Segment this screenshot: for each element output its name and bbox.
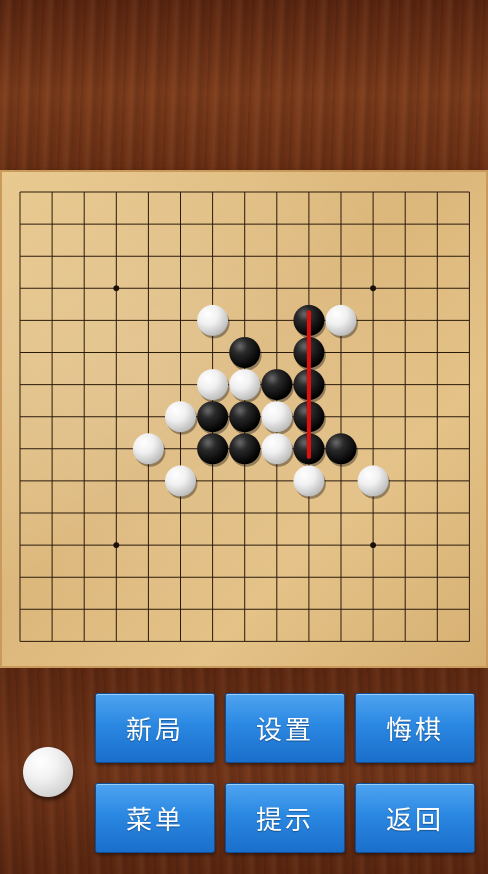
white-stone <box>229 369 262 403</box>
menu-button[interactable]: 菜单 <box>95 783 215 853</box>
undo-button[interactable]: 悔棋 <box>355 693 475 763</box>
hint-button[interactable]: 提示 <box>225 783 345 853</box>
star-point <box>370 542 377 549</box>
white-stone <box>261 401 294 435</box>
back-button[interactable]: 返回 <box>355 783 475 853</box>
white-stone <box>132 433 166 467</box>
white-stone <box>197 369 230 403</box>
black-stone <box>325 433 358 467</box>
white-stone <box>165 401 198 435</box>
star-point <box>113 285 120 292</box>
white-stone <box>261 433 294 467</box>
gomoku-board[interactable] <box>0 170 488 668</box>
new-game-button[interactable]: 新局 <box>95 693 215 763</box>
white-stone <box>357 465 391 499</box>
board-grid[interactable] <box>0 170 488 668</box>
white-stone <box>325 304 358 339</box>
black-stone <box>229 337 262 371</box>
white-stone <box>293 465 326 499</box>
white-stone <box>197 304 230 339</box>
black-stone <box>197 401 230 435</box>
settings-button[interactable]: 设置 <box>225 693 345 763</box>
white-stone <box>165 465 198 499</box>
star-point <box>370 285 377 292</box>
wood-background-top <box>0 0 488 170</box>
black-stone <box>229 401 262 435</box>
black-stone <box>229 433 262 467</box>
black-stone <box>261 369 294 403</box>
star-point <box>113 542 120 549</box>
black-stone <box>197 433 230 467</box>
current-turn-stone-indicator <box>23 747 73 797</box>
